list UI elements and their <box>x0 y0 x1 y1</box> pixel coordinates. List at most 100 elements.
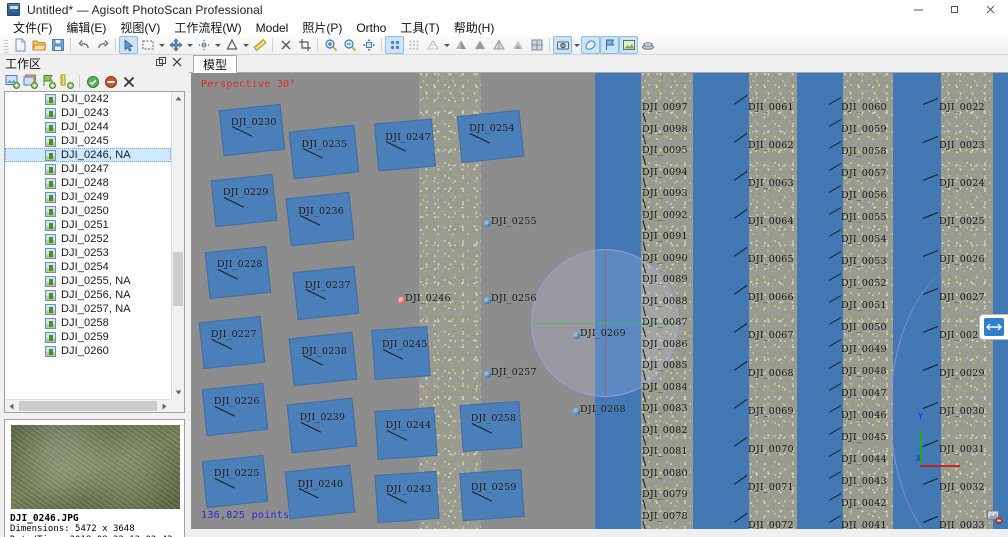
dense-cloud-icon[interactable] <box>404 36 423 54</box>
camera-marker[interactable] <box>484 220 491 227</box>
remove-items-icon[interactable] <box>121 74 137 90</box>
point-cloud-icon[interactable] <box>385 36 404 54</box>
camera-footprint[interactable] <box>285 465 356 520</box>
tree-vertical-scrollbar[interactable] <box>171 92 184 399</box>
zoom-out-icon[interactable] <box>340 36 359 54</box>
camera-footprint[interactable] <box>459 401 522 452</box>
camera-footprint[interactable] <box>211 174 278 227</box>
tree-item[interactable]: DJI_0252 <box>5 232 171 246</box>
camera-footprint[interactable] <box>202 383 269 436</box>
wireframe-model-icon[interactable] <box>489 36 508 54</box>
camera-marker[interactable] <box>573 332 580 339</box>
selected-camera-marker[interactable] <box>398 297 405 304</box>
rectangle-selection-icon[interactable] <box>138 36 157 54</box>
tree-item[interactable]: DJI_0259 <box>5 330 171 344</box>
scroll-right-icon[interactable] <box>158 400 171 413</box>
rectangle-selection-dropdown-icon[interactable] <box>157 36 166 54</box>
tree-scrollbar-thumb[interactable] <box>173 252 183 306</box>
menu-photo[interactable]: 照片(P) <box>295 18 349 37</box>
toolbar-grip[interactable] <box>4 38 8 53</box>
menu-view[interactable]: 视图(V) <box>113 18 167 37</box>
tree-item[interactable]: DJI_0248 <box>5 176 171 190</box>
rotate-object-dropdown-icon[interactable] <box>213 36 222 54</box>
move-object-icon[interactable] <box>166 36 185 54</box>
enable-icon[interactable] <box>85 74 101 90</box>
menu-ortho[interactable]: Ortho <box>349 20 393 36</box>
menu-help[interactable]: 帮助(H) <box>447 18 502 37</box>
tree-item[interactable]: DJI_0255, NA <box>5 274 171 288</box>
add-markers-icon[interactable] <box>40 74 56 90</box>
tree-item[interactable]: DJI_0256, NA <box>5 288 171 302</box>
close-icon[interactable] <box>172 57 182 70</box>
open-project-icon[interactable] <box>29 36 48 54</box>
tree-item[interactable]: DJI_0247 <box>5 162 171 176</box>
show-cameras-dropdown-icon[interactable] <box>572 36 581 54</box>
crop-selection-icon[interactable] <box>295 36 314 54</box>
camera-marker[interactable] <box>573 408 580 415</box>
workspace-tree[interactable]: DJI_0242 DJI_0243 DJI_0244 DJI_0245 DJI_0246… <box>4 91 185 413</box>
scale-object-icon[interactable] <box>222 36 241 54</box>
camera-footprint[interactable] <box>289 125 360 180</box>
move-object-dropdown-icon[interactable] <box>185 36 194 54</box>
show-cameras-icon[interactable] <box>553 36 572 54</box>
tree-hscrollbar-thumb[interactable] <box>19 401 157 411</box>
tree-item[interactable]: DJI_0257, NA <box>5 302 171 316</box>
camera-footprint[interactable] <box>374 119 436 172</box>
camera-footprint[interactable] <box>374 471 439 523</box>
tab-model[interactable]: 模型 <box>193 55 237 73</box>
tree-item[interactable]: DJI_0250 <box>5 204 171 218</box>
navigation-mode-icon[interactable] <box>986 509 1004 525</box>
rotate-object-icon[interactable] <box>194 36 213 54</box>
show-markers-icon[interactable] <box>600 36 619 54</box>
new-project-icon[interactable] <box>10 36 29 54</box>
camera-footprint[interactable] <box>202 455 269 508</box>
camera-footprint[interactable] <box>286 192 355 246</box>
camera-footprint[interactable] <box>457 110 525 163</box>
camera-marker[interactable] <box>484 297 491 304</box>
camera-footprint[interactable] <box>293 266 360 320</box>
add-chunk-icon[interactable] <box>4 74 20 90</box>
redo-icon[interactable] <box>93 36 112 54</box>
camera-footprint[interactable] <box>219 104 285 156</box>
camera-footprint[interactable] <box>374 407 437 460</box>
save-project-icon[interactable] <box>48 36 67 54</box>
menu-file[interactable]: 文件(F) <box>6 18 59 37</box>
tree-item[interactable]: DJI_0258 <box>5 316 171 330</box>
scale-object-dropdown-icon[interactable] <box>241 36 250 54</box>
close-icon[interactable] <box>972 0 1008 19</box>
camera-footprint[interactable] <box>199 316 266 369</box>
camera-footprint[interactable] <box>289 332 358 386</box>
tree-item[interactable]: DJI_0260 <box>5 344 171 358</box>
undo-icon[interactable] <box>74 36 93 54</box>
show-trackball-icon[interactable] <box>638 36 657 54</box>
zoom-in-icon[interactable] <box>321 36 340 54</box>
mesh-icon[interactable] <box>423 36 442 54</box>
model-viewport[interactable]: Perspective 30° 136,825 points DJI_0230 D… <box>191 73 1008 529</box>
tree-item[interactable]: DJI_0254 <box>5 260 171 274</box>
camera-footprint[interactable] <box>205 246 272 299</box>
ruler-icon[interactable] <box>250 36 269 54</box>
minimize-icon[interactable] <box>900 0 936 19</box>
menu-tools[interactable]: 工具(T) <box>393 18 446 37</box>
camera-footprint[interactable] <box>459 469 524 521</box>
shaded-model-icon[interactable] <box>451 36 470 54</box>
workspace-tree-scroll-area[interactable]: DJI_0242 DJI_0243 DJI_0244 DJI_0245 DJI_0246… <box>5 92 171 399</box>
tree-item[interactable]: DJI_0244 <box>5 120 171 134</box>
add-photos-icon[interactable] <box>22 74 38 90</box>
scroll-down-icon[interactable] <box>172 386 185 399</box>
tree-item[interactable]: DJI_0243 <box>5 106 171 120</box>
show-images-icon[interactable] <box>619 36 638 54</box>
mesh-dropdown-icon[interactable] <box>442 36 451 54</box>
camera-footprint[interactable] <box>371 326 430 380</box>
reset-view-icon[interactable] <box>359 36 378 54</box>
tiled-model-icon[interactable] <box>527 36 546 54</box>
delete-selection-icon[interactable] <box>276 36 295 54</box>
add-scalebar-icon[interactable] <box>58 74 74 90</box>
tree-item[interactable]: DJI_0246, NA <box>5 148 171 162</box>
disable-icon[interactable] <box>103 74 119 90</box>
tree-item[interactable]: DJI_0242 <box>5 92 171 106</box>
show-region-icon[interactable] <box>581 36 600 54</box>
pan-tool-icon[interactable] <box>979 314 1008 340</box>
camera-marker[interactable] <box>484 371 491 378</box>
camera-footprint[interactable] <box>287 398 358 454</box>
